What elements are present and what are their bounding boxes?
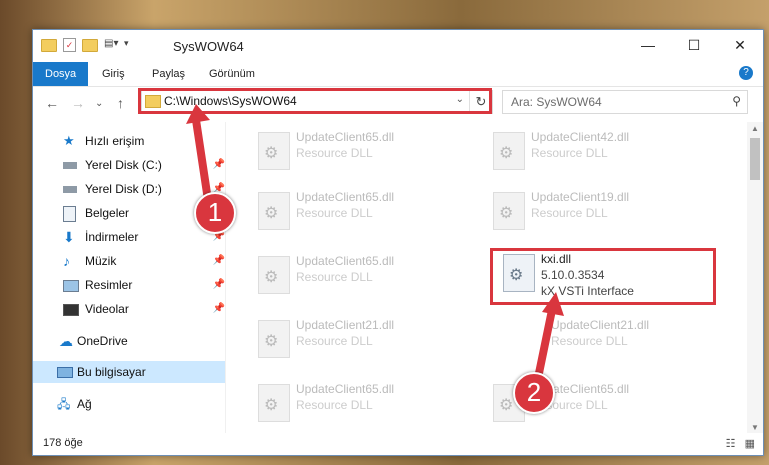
annotation-arrows — [186, 104, 564, 382]
callout-2: 2 — [513, 372, 555, 414]
arrow-1-line — [192, 116, 212, 204]
arrow-2-line — [534, 306, 556, 382]
arrow-1-head — [186, 104, 210, 124]
callout-1: 1 — [194, 192, 236, 234]
arrow-2-head — [542, 292, 564, 316]
